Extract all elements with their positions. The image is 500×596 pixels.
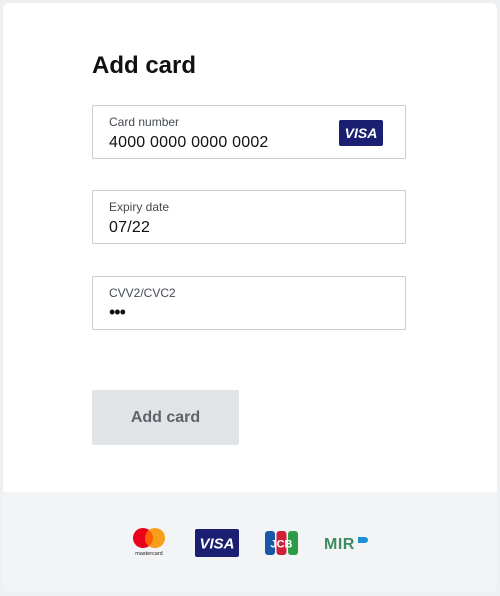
mastercard-icon-text: mastercard	[135, 551, 163, 557]
page-title: Add card	[92, 52, 197, 79]
cvv-field[interactable]: CVV2/CVC2 •••	[92, 276, 406, 330]
visa-icon-text: VISA	[345, 125, 378, 141]
mir-icon-text: MIR	[324, 536, 355, 552]
jcb-icon: JCB	[265, 531, 298, 555]
mastercard-icon: mastercard	[133, 528, 165, 557]
card-number-value[interactable]: 4000 0000 0000 0002	[109, 134, 269, 152]
cvv-label: CVV2/CVC2	[109, 286, 176, 300]
visa-icon: VISA	[195, 529, 239, 557]
card-number-label: Card number	[109, 115, 180, 129]
visa-icon: VISA	[339, 120, 383, 146]
mir-icon: MIR	[324, 536, 368, 552]
add-card-panel: Add card Card number 4000 0000 0000 0002…	[3, 3, 497, 592]
expiry-date-value[interactable]: 07/22	[109, 219, 150, 237]
payment-logos-footer: mastercard VISA JCB MIR	[3, 492, 497, 592]
add-card-button[interactable]: Add card	[92, 390, 239, 445]
expiry-date-field[interactable]: Expiry date 07/22	[92, 190, 406, 244]
visa-icon-text: VISA	[199, 536, 234, 553]
cvv-value[interactable]: •••	[109, 302, 126, 323]
card-number-field[interactable]: Card number 4000 0000 0000 0002 VISA	[92, 105, 406, 159]
expiry-date-label: Expiry date	[109, 200, 170, 214]
jcb-icon-text: JCB	[270, 539, 292, 551]
